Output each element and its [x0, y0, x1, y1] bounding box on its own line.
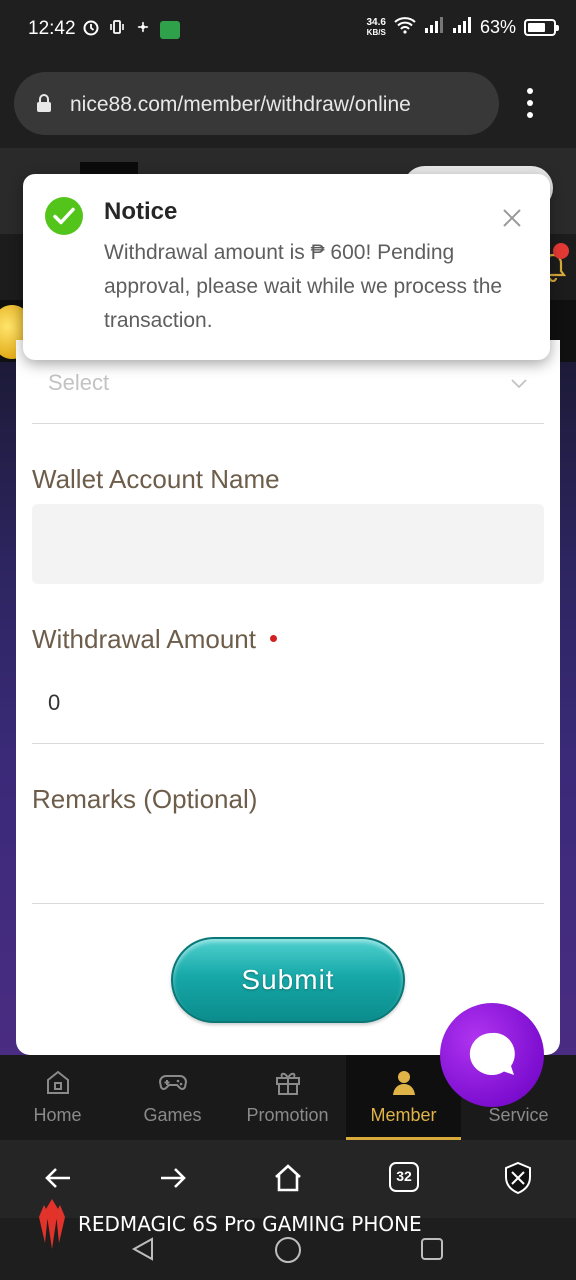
withdrawal-amount-label-row: Withdrawal Amount: [32, 624, 277, 655]
status-time: 12:42: [28, 18, 76, 39]
close-icon[interactable]: [501, 207, 523, 229]
wallet-account-name-label: Wallet Account Name: [32, 464, 280, 494]
lock-icon: [37, 94, 51, 112]
withdrawal-amount-value: 0: [48, 690, 61, 715]
wallet-account-name-field[interactable]: [32, 504, 544, 584]
nav-item-games[interactable]: Games: [115, 1055, 230, 1140]
notification-badge: [553, 243, 569, 259]
app-notification-icon: [160, 20, 180, 39]
withdrawal-amount-field[interactable]: 0: [32, 674, 544, 744]
chat-icon: [469, 1032, 515, 1075]
withdraw-form-card: Select Wallet Account Name Withdrawal Am…: [16, 340, 560, 1055]
battery-percent: 63%: [479, 17, 516, 37]
status-bar: 12:42 34.6 KB/S 63%: [0, 0, 576, 60]
nav-label-home: Home: [33, 1105, 82, 1125]
signal-icon-2: [452, 16, 472, 39]
submit-button[interactable]: Submit: [171, 937, 405, 1023]
net-speed-unit: KB/S: [366, 27, 386, 37]
device-watermark: REDMAGIC 6S Pro GAMING PHONE: [36, 1196, 422, 1252]
nav-label-member: Member: [370, 1105, 437, 1125]
redmagic-logo-icon: [39, 1199, 65, 1249]
nav-recents-icon[interactable]: [421, 1238, 443, 1260]
chevron-down-icon: [511, 379, 527, 389]
nav-label-promotion: Promotion: [246, 1105, 329, 1125]
fan-icon: [134, 18, 152, 41]
check-circle-icon: [45, 197, 83, 235]
url-text: nice88.com/member/withdraw/online: [70, 93, 411, 116]
browser-menu-icon[interactable]: [520, 88, 540, 120]
battery-icon: [524, 19, 559, 36]
alarm-icon: [82, 18, 100, 41]
wifi-icon: [394, 16, 416, 39]
remarks-field[interactable]: [32, 834, 544, 904]
chat-fab[interactable]: [440, 1003, 544, 1107]
wallet-select-placeholder: Select: [48, 370, 110, 395]
notice-message: Withdrawal amount is ₱ 600! Pending appr…: [104, 241, 503, 332]
url-field[interactable]: nice88.com/member/withdraw/online: [14, 72, 499, 135]
nav-label-service: Service: [488, 1105, 549, 1125]
forward-arrow-icon[interactable]: [155, 1160, 191, 1196]
notice-toast: Notice Withdrawal amount is ₱ 600! Pendi…: [23, 174, 550, 360]
gift-icon: [275, 1072, 300, 1095]
net-speed-value: 34.6: [366, 16, 386, 28]
watermark-text: REDMAGIC 6S Pro GAMING PHONE: [78, 1212, 422, 1236]
vibrate-icon: [108, 18, 126, 41]
wallet-select[interactable]: Select: [32, 364, 544, 424]
signal-icon: [424, 16, 444, 39]
withdrawal-amount-label: Withdrawal Amount: [32, 624, 256, 654]
member-icon: [392, 1071, 415, 1095]
nav-item-home[interactable]: Home: [0, 1055, 115, 1140]
status-right: 34.6 KB/S 63%: [366, 16, 559, 39]
home-icon: [46, 1070, 69, 1094]
status-notification-icons: [82, 18, 180, 41]
remarks-label: Remarks (Optional): [32, 784, 258, 814]
net-speed: 34.6 KB/S: [366, 16, 386, 38]
home-browser-icon[interactable]: [270, 1160, 306, 1196]
nav-item-promotion[interactable]: Promotion: [230, 1055, 345, 1140]
required-indicator: [269, 634, 277, 642]
notice-title: Notice: [104, 198, 178, 225]
nav-label-games: Games: [143, 1105, 202, 1125]
gamepad-icon: [158, 1075, 187, 1090]
shield-icon[interactable]: [500, 1160, 536, 1196]
tab-count-button[interactable]: 32: [389, 1162, 419, 1192]
back-arrow-icon[interactable]: [40, 1160, 76, 1196]
browser-address-bar: nice88.com/member/withdraw/online: [0, 60, 576, 148]
